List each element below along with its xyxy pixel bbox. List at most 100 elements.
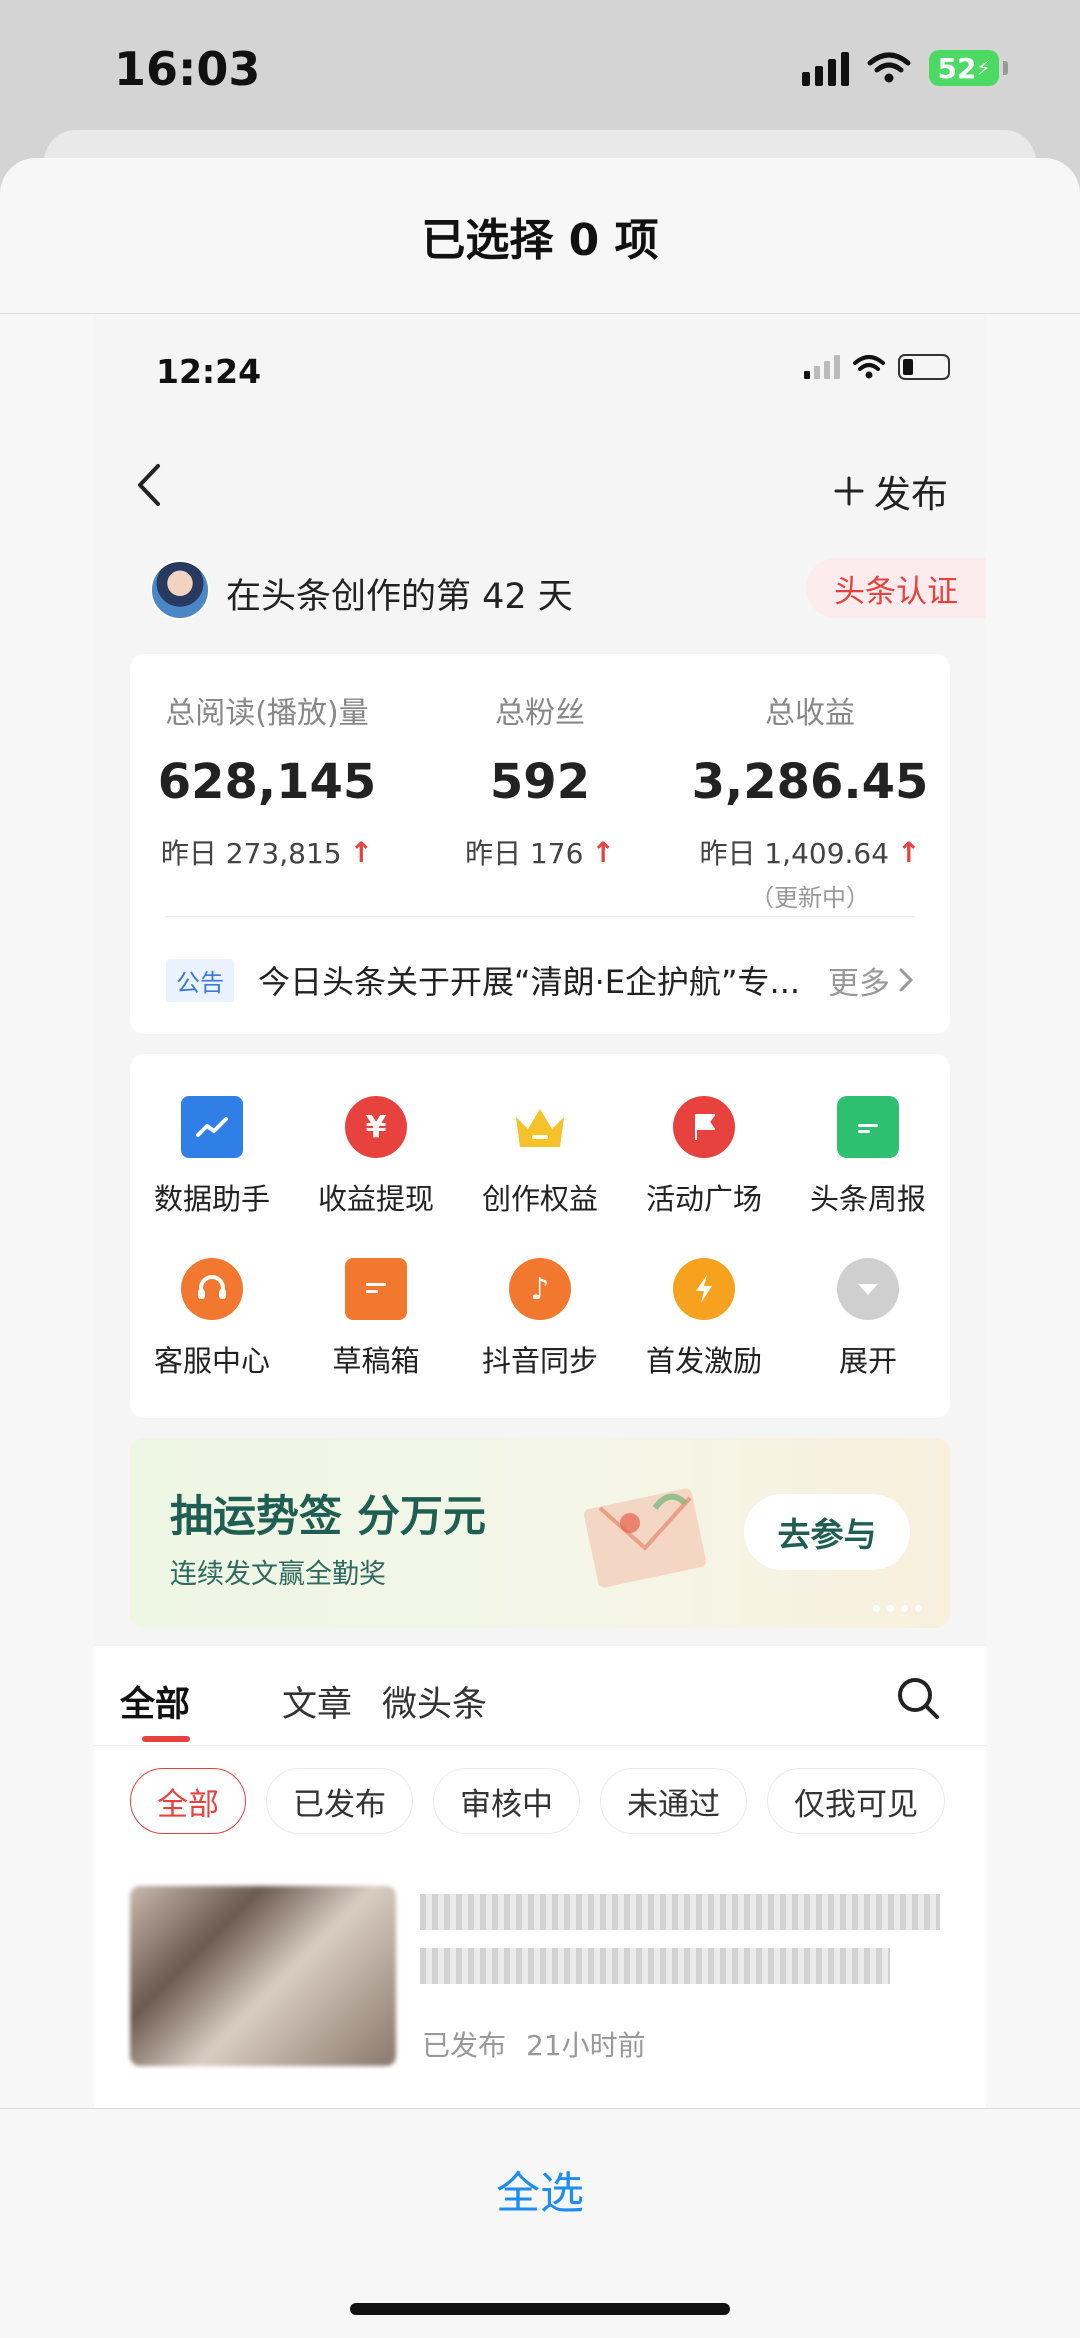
- tab-micro-posts[interactable]: 微头条: [382, 1676, 487, 1727]
- chevron-down-icon: [837, 1258, 899, 1320]
- tool-first-publish[interactable]: 首发激励: [622, 1258, 786, 1380]
- banner-subtitle: 连续发文赢全勤奖: [170, 1559, 386, 1590]
- tool-drafts[interactable]: 草稿箱: [294, 1258, 458, 1380]
- promo-banner[interactable]: 抽运势签 分万元 连续发文赢全勤奖 去参与: [130, 1438, 950, 1628]
- stat-yesterday-text: 昨日 176: [465, 837, 584, 870]
- article-meta: 已发布 21小时前: [422, 2024, 646, 2064]
- tool-label: 展开: [838, 1344, 897, 1378]
- carousel-dots: [873, 1605, 922, 1612]
- crown-icon: [509, 1096, 571, 1158]
- tool-label: 头条周报: [809, 1182, 926, 1216]
- select-all-button[interactable]: 全选: [0, 2157, 1080, 2221]
- stats-card: 总阅读(播放)量 628,145 昨日 273,815 ↑ 总粉丝 592 昨日…: [130, 654, 950, 1034]
- screenshot-image[interactable]: 12:24 发布 在头条创作的第 42 天 头条认证 总阅读(播放)量 628,…: [94, 316, 986, 2266]
- lightning-icon: [673, 1258, 735, 1320]
- stat-value: 628,145: [157, 754, 377, 810]
- stat-yesterday: 昨日 273,815 ↑: [152, 832, 382, 872]
- filter-all[interactable]: 全部: [130, 1768, 246, 1834]
- tool-label: 数据助手: [153, 1182, 270, 1216]
- headset-icon: [181, 1258, 243, 1320]
- cellular-signal-icon: [802, 50, 849, 86]
- stat-label: 总收益: [765, 696, 855, 731]
- tab-all[interactable]: 全部: [120, 1676, 190, 1727]
- stat-yesterday-text: 昨日 273,815: [160, 837, 342, 870]
- article-thumbnail: [130, 1886, 396, 2066]
- stat-yesterday: 昨日 176 ↑: [430, 832, 650, 872]
- filter-reviewing[interactable]: 审核中: [433, 1768, 580, 1834]
- tools-grid: 数据助手 ¥ 收益提现 创作权益 活动广场 头条周报 客服中心 草稿箱 ♪ 抖音…: [130, 1054, 950, 1418]
- arrow-up-icon: ↑: [897, 835, 921, 869]
- inner-status-bar: 12:24: [94, 316, 986, 416]
- selection-sheet: 已选择 0 项 12:24 发布 在头条创作的第 42 天 头条认证 总阅读(播…: [0, 158, 1080, 2338]
- stat-income[interactable]: 总收益 3,286.45 昨日 1,409.64 ↑ （更新中）: [690, 688, 930, 913]
- plus-icon: [834, 476, 864, 506]
- article-time: 21小时前: [526, 2029, 646, 2062]
- filter-rejected[interactable]: 未通过: [600, 1768, 747, 1834]
- arrow-up-icon: ↑: [591, 835, 615, 869]
- back-icon[interactable]: [130, 460, 170, 510]
- content-tabs: 全部 文章 微头条: [94, 1646, 986, 1746]
- status-bar: 16:03 52 ⚡: [0, 0, 1080, 140]
- notice-bar[interactable]: 公告 今日头条关于开展“清朗·E企护航”专... 更多: [166, 950, 914, 1010]
- draft-icon: [345, 1258, 407, 1320]
- stat-value: 592: [489, 754, 591, 810]
- tool-weekly-report[interactable]: 头条周报: [786, 1096, 950, 1218]
- battery-icon: 52 ⚡: [929, 50, 1008, 86]
- notice-tag: 公告: [166, 958, 234, 1002]
- status-time: 16:03: [114, 42, 261, 96]
- sheet-title: 已选择 0 项: [0, 158, 1080, 314]
- verify-badge[interactable]: 头条认证: [806, 558, 986, 618]
- tool-activities[interactable]: 活动广场: [622, 1096, 786, 1218]
- stat-label: 总粉丝: [495, 696, 585, 731]
- stat-yesterday-text: 昨日 1,409.64: [699, 837, 890, 870]
- tool-expand[interactable]: 展开: [786, 1258, 950, 1380]
- creator-info: 在头条创作的第 42 天 头条认证: [94, 546, 986, 636]
- tool-douyin-sync[interactable]: ♪ 抖音同步: [458, 1258, 622, 1380]
- article-status: 已发布: [422, 2029, 507, 2062]
- join-button[interactable]: 去参与: [744, 1494, 910, 1570]
- chevron-right-icon: [899, 968, 914, 992]
- publish-button[interactable]: 发布: [834, 464, 948, 518]
- tool-withdraw[interactable]: ¥ 收益提现: [294, 1096, 458, 1218]
- inner-wifi-icon: [853, 355, 885, 379]
- avatar[interactable]: [150, 560, 210, 620]
- stat-fans[interactable]: 总粉丝 592 昨日 176 ↑: [430, 688, 650, 872]
- article-title-blurred: [420, 1894, 940, 1930]
- calendar-icon: [837, 1096, 899, 1158]
- notice-text: 今日头条关于开展“清朗·E企护航”专...: [258, 963, 801, 1001]
- bottom-bar: 全选: [0, 2108, 1080, 2338]
- tiktok-icon: ♪: [509, 1258, 571, 1320]
- yuan-icon: ¥: [345, 1096, 407, 1158]
- tool-label: 草稿箱: [332, 1344, 420, 1378]
- chart-icon: [181, 1096, 243, 1158]
- flag-icon: [673, 1096, 735, 1158]
- publish-label: 发布: [874, 473, 948, 516]
- search-icon[interactable]: [894, 1674, 942, 1722]
- inner-battery-icon: [898, 354, 950, 380]
- home-indicator[interactable]: [350, 2303, 730, 2315]
- stat-yesterday: 昨日 1,409.64 ↑: [690, 832, 930, 872]
- notice-more-link[interactable]: 更多: [828, 958, 914, 1003]
- article-title-blurred-line2: [420, 1948, 890, 1984]
- inner-status-icons: [804, 354, 950, 380]
- tool-label: 抖音同步: [481, 1344, 598, 1378]
- arrow-up-icon: ↑: [349, 835, 374, 869]
- inner-nav-bar: 发布: [94, 436, 986, 536]
- stat-reads[interactable]: 总阅读(播放)量 628,145 昨日 273,815 ↑: [152, 688, 382, 872]
- filter-published[interactable]: 已发布: [266, 1768, 413, 1834]
- inner-signal-icon: [804, 355, 840, 379]
- tool-label: 首发激励: [645, 1344, 762, 1378]
- stat-note: （更新中）: [750, 884, 870, 912]
- tool-label: 客服中心: [153, 1344, 270, 1378]
- tool-customer-service[interactable]: 客服中心: [130, 1258, 294, 1380]
- divider: [166, 916, 914, 917]
- tab-indicator: [142, 1736, 190, 1742]
- envelope-illustration: [584, 1488, 706, 1588]
- tab-articles[interactable]: 文章: [282, 1676, 352, 1727]
- list-item[interactable]: 已发布 21小时前: [130, 1886, 950, 2086]
- filter-private[interactable]: 仅我可见: [767, 1768, 945, 1834]
- creation-days: 在头条创作的第 42 天: [226, 577, 573, 617]
- tool-benefits[interactable]: 创作权益: [458, 1096, 622, 1218]
- notice-more-label: 更多: [828, 965, 890, 1002]
- tool-data-assistant[interactable]: 数据助手: [130, 1096, 294, 1218]
